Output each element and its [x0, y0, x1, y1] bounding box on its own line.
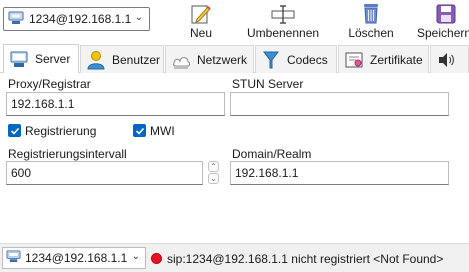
user-icon	[86, 50, 106, 70]
network-icon	[171, 50, 191, 70]
delete-label: Löschen	[348, 26, 394, 40]
account-select-value: 1234@192.168.1.1	[29, 12, 132, 26]
domain-label: Domain/Realm	[232, 147, 312, 161]
registration-label: Registrierung	[25, 124, 97, 138]
tab-certificates-label: Zertifikate	[370, 52, 423, 67]
mwi-label: MWI	[150, 124, 175, 138]
mwi-checkbox[interactable]	[133, 124, 146, 137]
tab-audio[interactable]	[430, 45, 469, 73]
save-icon	[434, 2, 458, 29]
stun-input[interactable]	[230, 92, 449, 116]
interval-decrement-button[interactable]: ⌄	[208, 173, 219, 184]
proxy-input[interactable]: 192.168.1.1	[6, 92, 225, 116]
registration-status-text: sip:1234@192.168.1.1 nicht registriert <…	[167, 252, 444, 266]
registration-checkbox[interactable]	[8, 124, 21, 137]
chevron-down-icon: ⌄	[134, 12, 143, 23]
save-button[interactable]: Speichern	[412, 0, 469, 42]
tab-network[interactable]: Netzwerk	[165, 45, 254, 73]
interval-input[interactable]: 600	[6, 161, 203, 185]
pencil-icon	[189, 2, 213, 29]
stun-label: STUN Server	[232, 77, 304, 91]
certificate-icon	[344, 50, 364, 70]
phone-icon	[6, 250, 21, 266]
new-label: Neu	[189, 26, 212, 40]
phone-icon	[8, 11, 24, 28]
save-label: Speichern	[417, 26, 469, 40]
status-account-value: 1234@192.168.1.1	[25, 251, 128, 265]
server-icon	[9, 49, 29, 69]
tab-user[interactable]: Benutzer	[80, 45, 164, 73]
account-select[interactable]: 1234@192.168.1.1 ⌄	[3, 7, 150, 31]
tab-server[interactable]: Server	[3, 44, 79, 73]
proxy-label: Proxy/Registrar	[8, 77, 91, 91]
settings-tabs: Server Benutzer Netzwerk Codecs Zertifik…	[0, 43, 469, 73]
speaker-icon	[436, 50, 456, 70]
trash-icon	[360, 2, 382, 29]
tab-codecs-label: Codecs	[287, 52, 328, 67]
rename-button[interactable]: Umbenennen	[247, 0, 319, 42]
interval-label: Registrierungsintervall	[8, 147, 127, 161]
status-bar: 1234@192.168.1.1 ⌄ sip:1234@192.168.1.1 …	[0, 243, 469, 272]
tab-user-label: Benutzer	[112, 52, 161, 67]
server-settings-form: Proxy/Registrar 192.168.1.1 STUN Server …	[0, 73, 469, 243]
domain-input[interactable]: 192.168.1.1	[230, 161, 449, 185]
interval-increment-button[interactable]: ⌃	[208, 161, 219, 172]
tab-network-label: Netzwerk	[197, 52, 248, 67]
tab-server-label: Server	[35, 52, 71, 66]
toolbar: 1234@192.168.1.1 ⌄ Neu Umbenennen Lösche…	[0, 0, 469, 42]
status-indicator-icon	[151, 253, 162, 264]
tab-certificates[interactable]: Zertifikate	[338, 45, 429, 73]
rename-icon	[270, 2, 296, 29]
tab-codecs[interactable]: Codecs	[255, 45, 337, 73]
codecs-icon	[261, 50, 281, 70]
new-button[interactable]: Neu	[178, 0, 224, 42]
chevron-down-icon: ⌄	[131, 251, 140, 262]
rename-label: Umbenennen	[247, 26, 320, 40]
delete-button[interactable]: Löschen	[342, 0, 400, 42]
status-account-select[interactable]: 1234@192.168.1.1 ⌄	[2, 247, 146, 269]
